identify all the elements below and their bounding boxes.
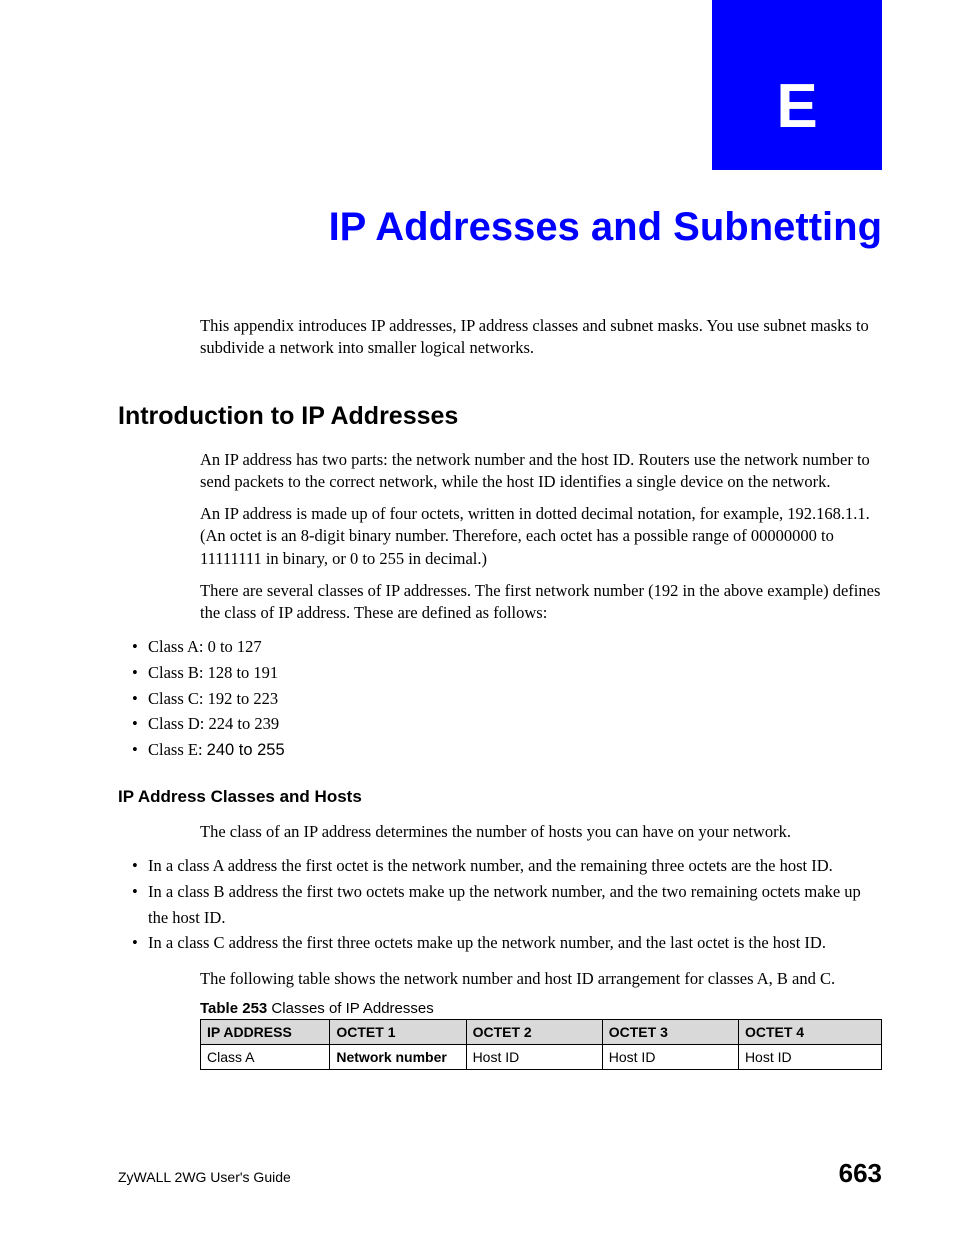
class-e-range: 240 to 255 <box>207 741 285 759</box>
page-title: IP Addresses and Subnetting <box>329 205 882 250</box>
col-header: OCTET 1 <box>330 1019 466 1044</box>
appendix-tab: E <box>712 0 882 170</box>
list-item: In a class A address the first octet is … <box>118 853 882 879</box>
list-item: Class A: 0 to 127 <box>118 634 882 660</box>
col-header: OCTET 3 <box>602 1019 738 1044</box>
table-title: Classes of IP Addresses <box>267 1000 433 1017</box>
table-number: Table 253 <box>200 1000 267 1017</box>
col-header: IP ADDRESS <box>201 1019 330 1044</box>
table-cell: Host ID <box>466 1044 602 1069</box>
list-item: In a class C address the first three oct… <box>118 930 882 956</box>
class-e-prefix: Class E: <box>148 740 207 759</box>
col-header: OCTET 2 <box>466 1019 602 1044</box>
footer-guide-title: ZyWALL 2WG User's Guide <box>118 1169 291 1185</box>
body-paragraph: The following table shows the network nu… <box>200 968 882 990</box>
list-item: In a class B address the first two octet… <box>118 879 882 930</box>
ip-classes-table: IP ADDRESS OCTET 1 OCTET 2 OCTET 3 OCTET… <box>200 1019 882 1070</box>
body-paragraph: An IP address is made up of four octets,… <box>200 503 882 570</box>
col-header: OCTET 4 <box>738 1019 881 1044</box>
list-item: Class C: 192 to 223 <box>118 686 882 712</box>
table-cell: Host ID <box>602 1044 738 1069</box>
table-cell: Class A <box>201 1044 330 1069</box>
page-content: This appendix introduces IP addresses, I… <box>118 315 882 1070</box>
intro-paragraph: This appendix introduces IP addresses, I… <box>200 315 882 360</box>
table-cell: Network number <box>330 1044 466 1069</box>
subsection-heading-classes-hosts: IP Address Classes and Hosts <box>118 787 882 807</box>
table-caption: Table 253 Classes of IP Addresses <box>200 1000 882 1017</box>
list-item: Class D: 224 to 239 <box>118 711 882 737</box>
list-item: Class E: 240 to 255 <box>118 737 882 764</box>
appendix-letter: E <box>776 71 817 142</box>
list-item: Class B: 128 to 191 <box>118 660 882 686</box>
body-paragraph: An IP address has two parts: the network… <box>200 449 882 494</box>
class-range-list: Class A: 0 to 127 Class B: 128 to 191 Cl… <box>118 634 882 763</box>
table-row: Class A Network number Host ID Host ID H… <box>201 1044 882 1069</box>
section-heading-introduction: Introduction to IP Addresses <box>118 402 882 431</box>
table-header-row: IP ADDRESS OCTET 1 OCTET 2 OCTET 3 OCTET… <box>201 1019 882 1044</box>
host-rules-list: In a class A address the first octet is … <box>118 853 882 955</box>
footer-page-number: 663 <box>839 1158 882 1189</box>
body-paragraph: The class of an IP address determines th… <box>200 821 882 843</box>
table-cell: Host ID <box>738 1044 881 1069</box>
body-paragraph: There are several classes of IP addresse… <box>200 580 882 625</box>
page-footer: ZyWALL 2WG User's Guide 663 <box>118 1158 882 1189</box>
